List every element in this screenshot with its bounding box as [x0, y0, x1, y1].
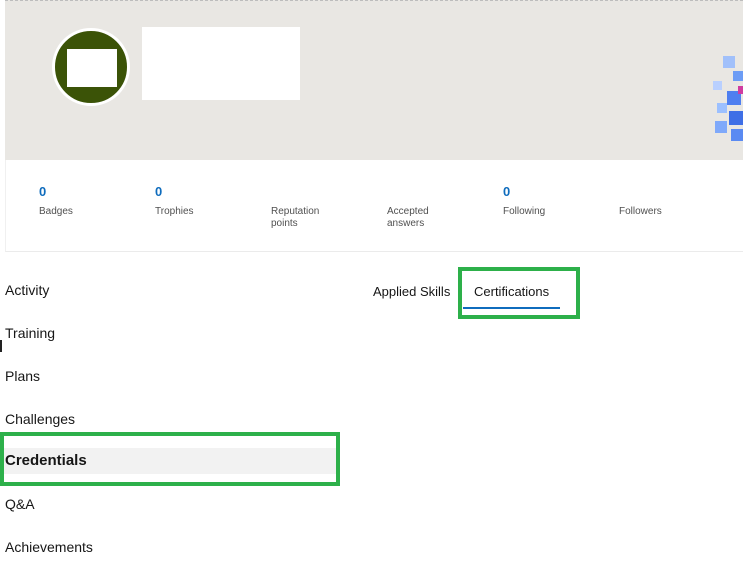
stat-followers[interactable]: Followers — [619, 184, 729, 218]
stat-value — [619, 184, 729, 201]
stat-following[interactable]: 0 Following — [503, 184, 613, 218]
stat-value — [387, 184, 442, 201]
sidenav-item-plans[interactable]: Plans — [0, 363, 336, 389]
profile-name-block — [142, 27, 300, 100]
decorative-cubes-icon — [713, 56, 743, 141]
stat-label: Followers — [619, 206, 662, 217]
stat-value: 0 — [155, 184, 163, 199]
stat-accepted-answers[interactable]: Accepted answers — [387, 184, 442, 230]
avatar[interactable] — [52, 28, 130, 106]
stat-label: Badges — [39, 206, 73, 217]
stat-value: 0 — [503, 184, 511, 199]
stat-value: 0 — [39, 184, 47, 199]
stat-label: Accepted answers — [387, 206, 429, 229]
stat-value — [271, 184, 331, 201]
avatar-image — [67, 49, 117, 87]
stat-label: Trophies — [155, 206, 194, 217]
tab-certifications[interactable]: Certifications — [463, 275, 561, 309]
stat-badges[interactable]: 0 Badges — [39, 184, 149, 218]
stat-label: Reputation points — [271, 206, 320, 229]
sidenav-item-credentials[interactable]: Credentials — [0, 448, 336, 474]
profile-banner — [5, 0, 743, 160]
sidenav-item-activity[interactable]: Activity — [0, 277, 336, 303]
sidenav-item-achievements[interactable]: Achievements — [0, 534, 336, 560]
sidenav-item-training[interactable]: Training — [0, 320, 336, 346]
stat-trophies[interactable]: 0 Trophies — [155, 184, 265, 218]
profile-stats: 0 Badges 0 Trophies Reputation points Ac… — [5, 160, 743, 252]
stat-reputation-points[interactable]: Reputation points — [271, 184, 331, 230]
tab-applied-skills[interactable]: Applied Skills — [373, 275, 450, 309]
sidenav-item-qa[interactable]: Q&A — [0, 491, 336, 517]
stat-label: Following — [503, 206, 546, 217]
sidenav-item-challenges[interactable]: Challenges — [0, 406, 336, 432]
